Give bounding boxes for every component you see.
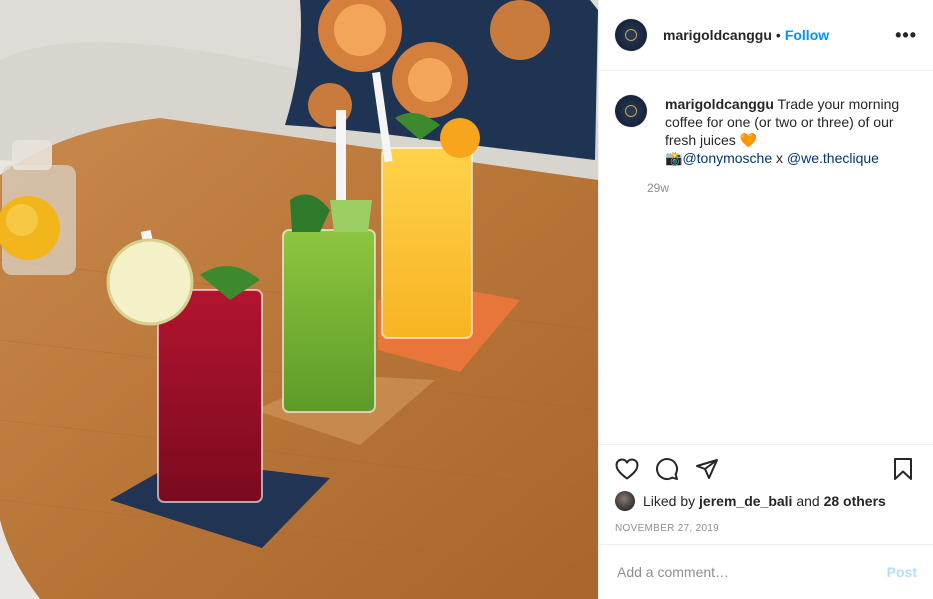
post-photo[interactable] xyxy=(0,0,598,599)
liker-avatar[interactable] xyxy=(615,491,635,511)
caption-body: marigoldcanggu Trade your morning coffee… xyxy=(665,95,917,167)
actions-area: Liked by jerem_de_bali and 28 others NOV… xyxy=(599,444,933,534)
profile-avatar[interactable] xyxy=(615,19,647,51)
header-separator: • xyxy=(775,27,781,43)
marigold-logo-icon xyxy=(625,29,637,41)
comment-input[interactable] xyxy=(615,563,887,581)
caption-username[interactable]: marigoldcanggu xyxy=(665,96,774,112)
heart-icon[interactable] xyxy=(613,455,641,483)
likes-and: and xyxy=(796,493,820,509)
comment-icon[interactable] xyxy=(653,455,681,483)
liker-username[interactable]: jerem_de_bali xyxy=(699,493,792,509)
likes-summary: Liked by jerem_de_bali and 28 others xyxy=(599,483,933,511)
caption-joiner: x xyxy=(772,150,787,166)
juice-glasses-photo xyxy=(0,0,598,599)
header-username[interactable]: marigoldcanggu xyxy=(663,27,772,43)
likes-others[interactable]: 28 others xyxy=(824,493,886,509)
instagram-post: marigoldcanggu • Follow ••• marigoldcang… xyxy=(0,0,933,599)
caption-time[interactable]: 29w xyxy=(647,181,917,195)
post-header: marigoldcanggu • Follow ••• xyxy=(599,0,933,71)
caption-avatar[interactable] xyxy=(615,95,647,127)
comment-box: Post xyxy=(599,544,933,599)
bookmark-icon[interactable] xyxy=(889,455,917,483)
action-bar xyxy=(599,445,933,483)
post-side-panel: marigoldcanggu • Follow ••• marigoldcang… xyxy=(598,0,933,599)
mention-we-theclique[interactable]: @we.theclique xyxy=(787,150,879,166)
post-comment-button[interactable]: Post xyxy=(887,564,917,580)
caption: marigoldcanggu Trade your morning coffee… xyxy=(599,71,933,195)
follow-button[interactable]: Follow xyxy=(785,27,829,43)
mention-tonymosche[interactable]: @tonymosche xyxy=(682,150,772,166)
more-options-icon[interactable]: ••• xyxy=(895,25,917,46)
likes-prefix: Liked by xyxy=(643,493,696,509)
marigold-logo-icon xyxy=(625,105,637,117)
camera-emoji: 📸 xyxy=(665,150,683,166)
post-date[interactable]: NOVEMBER 27, 2019 xyxy=(599,511,933,534)
share-icon[interactable] xyxy=(693,455,721,483)
